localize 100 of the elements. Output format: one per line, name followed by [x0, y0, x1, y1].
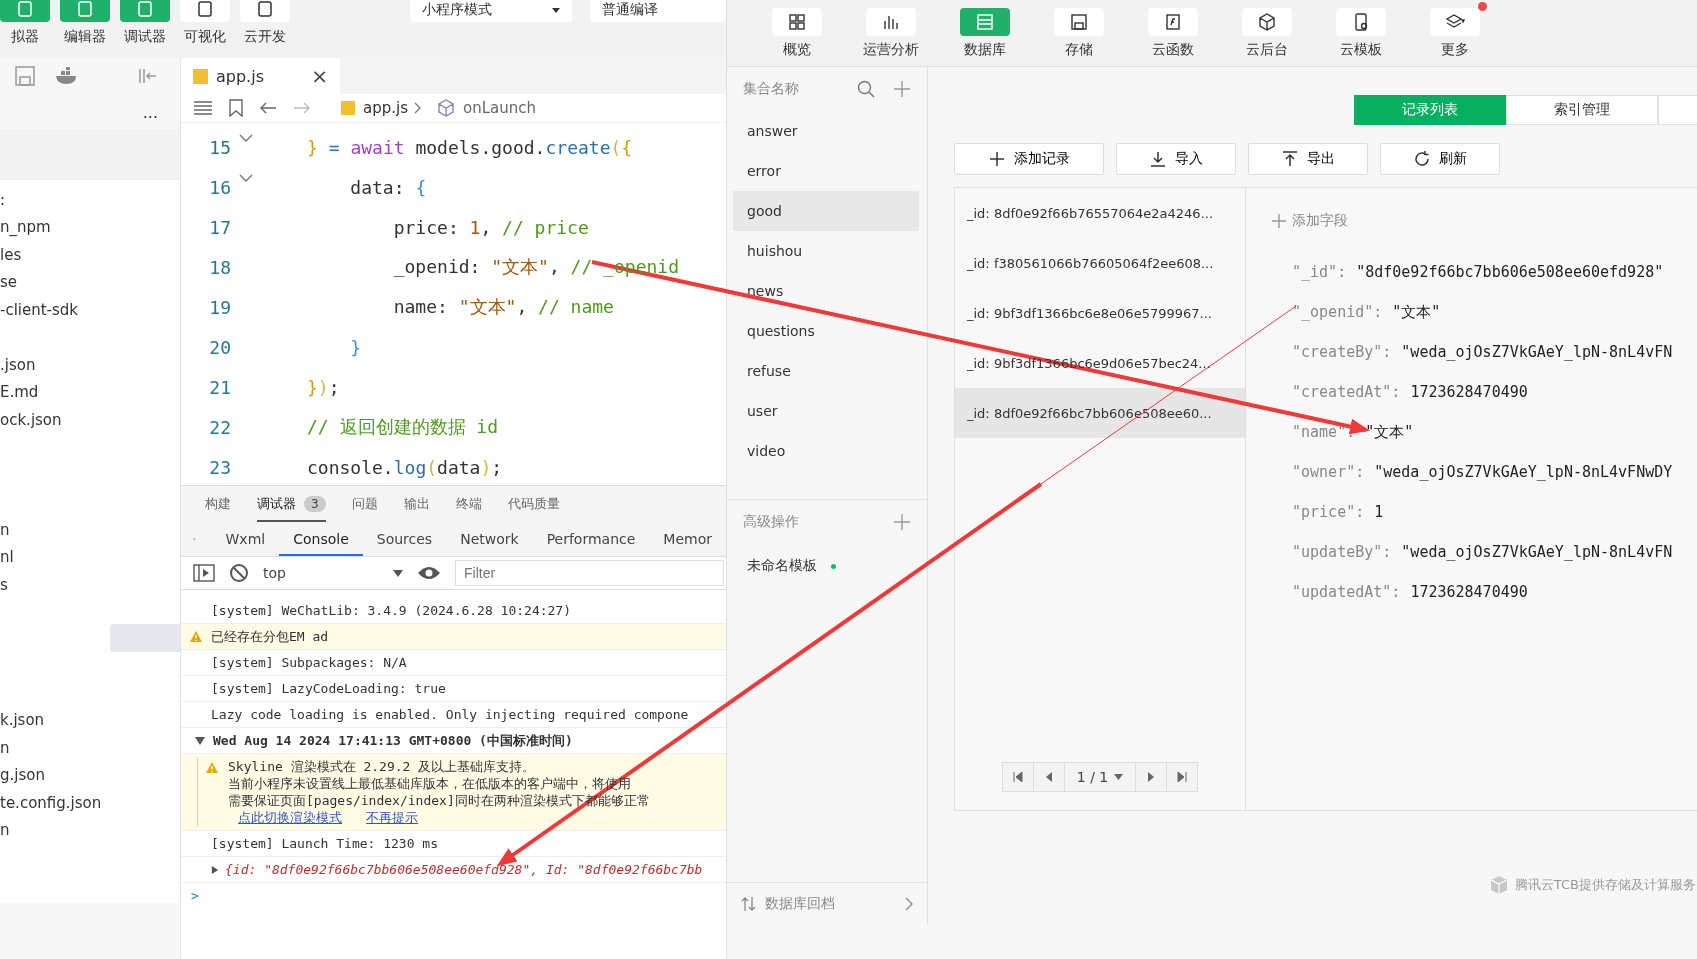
file-name[interactable]: g.json [0, 766, 45, 785]
toolbar-button[interactable] [1430, 8, 1480, 36]
record-item[interactable]: _id: f380561066b76605064f2ee608... [955, 238, 1245, 288]
panel-tab[interactable]: 终端 [455, 486, 482, 522]
fold-chevron-icon[interactable] [239, 133, 253, 143]
line-number: 16 [208, 176, 231, 198]
bookmark-icon[interactable] [229, 99, 243, 117]
clear-icon[interactable] [229, 563, 249, 583]
devtools-tab[interactable]: Network [446, 522, 533, 556]
file-name[interactable]: nl [0, 548, 14, 567]
collection-item[interactable]: huishou [733, 231, 919, 271]
panel-tab[interactable]: 输出 [403, 486, 430, 522]
file-name[interactable]: se [0, 273, 18, 292]
caret-icon [393, 569, 403, 577]
back-arrow-icon[interactable] [259, 101, 277, 115]
toolbar-label: 概览 [783, 41, 811, 59]
console-prompt[interactable]: > [191, 888, 199, 903]
file-name[interactable]: n [0, 520, 10, 539]
view-tab[interactable]: 索引管理 [1506, 95, 1658, 125]
file-name[interactable]: n [0, 738, 10, 757]
action-button[interactable]: 导入 [1116, 143, 1236, 175]
toolbar-label: 可视化 [184, 28, 226, 46]
record-item[interactable]: _id: 8df0e92f66b76557064e2a4246... [955, 188, 1245, 238]
collection-item[interactable]: error [733, 151, 919, 191]
file-name[interactable]: -client-sdk [0, 300, 79, 319]
toolbar-label: 云模板 [1340, 41, 1382, 59]
toolbar-button[interactable] [180, 0, 230, 22]
tool-icon [255, 1, 275, 17]
fold-chevron-icon[interactable] [239, 173, 253, 183]
line-number: 15 [208, 136, 231, 158]
line-number: 19 [208, 296, 231, 318]
toolbar-button[interactable] [1148, 8, 1198, 36]
file-tab[interactable]: app.js × [181, 58, 340, 94]
tool-icon [15, 1, 35, 17]
record-item[interactable]: _id: 9bf3df1366bc6e8e06e5799967... [955, 288, 1245, 338]
file-name[interactable]: E.md [0, 383, 39, 402]
action-button[interactable]: 添加记录 [954, 143, 1104, 175]
list-icon[interactable] [193, 100, 213, 116]
breadcrumb-item[interactable]: app.js [363, 99, 408, 117]
collection-item[interactable]: good [733, 191, 919, 231]
panel-tab[interactable]: 代码质量 [507, 486, 560, 522]
action-button[interactable]: 导出 [1248, 143, 1368, 175]
compile-select[interactable]: 普通编译 [590, 0, 726, 22]
toolbar-label: 云开发 [244, 28, 286, 46]
devtools-tab[interactable]: Memor [649, 522, 726, 556]
collection-item[interactable]: news [733, 271, 919, 311]
expand-triangle-icon[interactable] [211, 865, 219, 874]
toolbar-button[interactable] [772, 8, 822, 36]
file-name[interactable]: .json [0, 355, 36, 374]
devtools-tab[interactable]: Sources [362, 522, 447, 556]
toolbar-label: 拟器 [11, 28, 39, 46]
console-object[interactable]: {id: "8df0e92f66bc7bb606e508ee60efd928", Id: "8df0e92f66bc7bb [225, 862, 703, 877]
template-item[interactable]: 未命名模板 [747, 557, 817, 575]
file-name[interactable]: te.config.json [0, 793, 102, 812]
more-button[interactable]: ... [142, 102, 158, 122]
eye-icon[interactable] [417, 565, 441, 581]
prev-page-icon [1045, 772, 1053, 782]
mode-select[interactable]: 小程序模式 [410, 0, 573, 22]
add-field-button[interactable]: 添加字段 [1272, 212, 1348, 230]
toolbar-button[interactable] [866, 8, 916, 36]
console-group-title[interactable]: Wed Aug 14 2024 17:41:13 GMT+0800 (中国标准时间) [213, 731, 573, 750]
breadcrumb-item[interactable]: onLaunch [463, 99, 536, 117]
file-name[interactable]: ock.json [0, 410, 62, 429]
context-select[interactable]: top [263, 565, 403, 581]
file-name[interactable]: les [0, 245, 22, 264]
devtools-tab[interactable]: Console [279, 522, 363, 556]
file-name[interactable]: n_npm [0, 218, 51, 237]
close-icon[interactable]: × [311, 64, 328, 88]
collection-item[interactable]: answer [733, 111, 919, 151]
file-name[interactable]: n [0, 821, 10, 840]
search-icon[interactable] [857, 80, 875, 98]
field-value: "文本" [1392, 302, 1441, 322]
rollback-item[interactable]: 数据库回档 [727, 882, 927, 925]
action-button[interactable]: 刷新 [1380, 143, 1500, 175]
code-line: } [349, 336, 362, 358]
collection-item[interactable]: questions [733, 311, 919, 351]
collection-item[interactable]: refuse [733, 351, 919, 391]
toolbar-button[interactable] [1054, 8, 1104, 36]
toolbar-label: 运营分析 [863, 41, 919, 59]
panel-tab[interactable]: 问题 [351, 486, 378, 522]
expand-triangle-icon[interactable] [195, 735, 205, 746]
panel-tab[interactable]: 构建 [205, 486, 231, 522]
collection-item[interactable]: video [733, 431, 919, 471]
devtools-tab[interactable]: Wxml [211, 522, 280, 556]
file-name[interactable]: k.json [0, 711, 45, 730]
devtools-tab[interactable]: Performance [532, 522, 650, 556]
file-name[interactable]: : [0, 190, 6, 209]
toolbar-button[interactable] [1242, 8, 1292, 36]
console-link[interactable]: 点此切换渲染模式 [238, 809, 342, 826]
sidebar-toggle-icon[interactable] [193, 563, 215, 583]
console-link[interactable]: 不再提示 [366, 809, 418, 826]
toolbar-button[interactable] [240, 0, 290, 22]
field-value: "文本" [1365, 422, 1414, 442]
panel-tab[interactable]: 调试器 3 [257, 486, 326, 522]
file-name[interactable]: s [0, 575, 8, 594]
filter-field[interactable]: Filter [455, 560, 724, 586]
collection-item[interactable]: user [733, 391, 919, 431]
field-value: "weda_ojOsZ7VkGAeY_lpN-8nL4vFN [1401, 343, 1673, 361]
toolbar-button[interactable] [1336, 8, 1386, 36]
first-page-icon [1013, 772, 1023, 782]
